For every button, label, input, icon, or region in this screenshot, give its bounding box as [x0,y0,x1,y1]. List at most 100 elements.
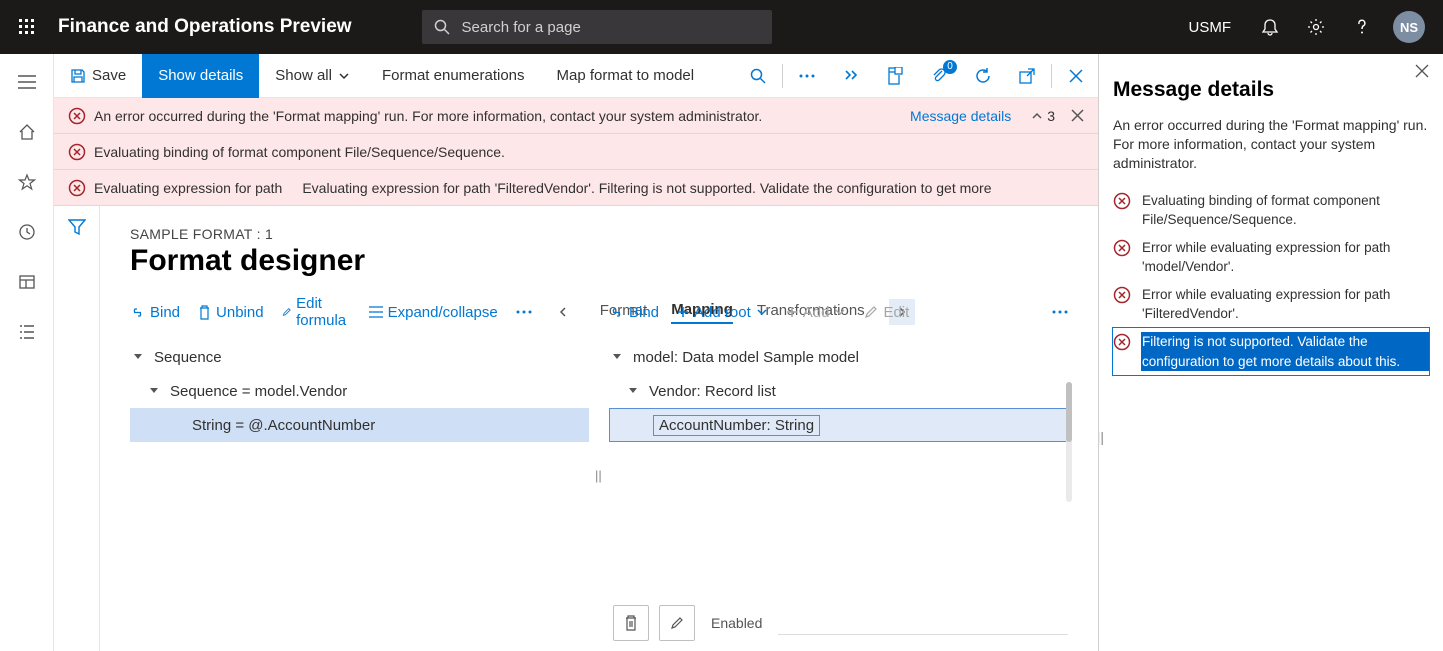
toolbar-page-icon[interactable] [873,54,917,98]
caret-down-icon[interactable] [150,388,164,394]
add-button: Add [786,304,847,321]
toolbar-popout-icon[interactable] [1005,54,1049,98]
toolbar-close-icon[interactable] [1054,54,1098,98]
error-close-icon[interactable] [1071,109,1084,122]
tab-prev-icon[interactable] [550,299,576,325]
caret-down-icon[interactable] [613,354,627,360]
panel-error-item[interactable]: Error while evaluating expression for pa… [1113,281,1429,328]
filter-column [54,206,100,651]
panel-error-item-selected[interactable]: Filtering is not supported. Validate the… [1113,328,1429,375]
format-enumerations-button[interactable]: Format enumerations [366,54,541,98]
toolbar-search-icon[interactable] [736,54,780,98]
chevron-down-icon [756,306,768,318]
panel-close-icon[interactable] [1415,64,1429,78]
caret-down-icon[interactable] [629,388,643,394]
toolbar-separator [1051,64,1052,88]
unbind-button[interactable]: Unbind [198,304,264,321]
left-nav [0,54,54,651]
help-button[interactable] [1339,0,1385,54]
tree-node-selected[interactable]: String = @.AccountNumber [130,408,589,442]
error-message: An error occurred during the 'Format map… [94,108,762,124]
nav-favorites-icon[interactable] [11,166,43,198]
user-avatar[interactable]: NS [1393,11,1425,43]
panel-description: An error occurred during the 'Format map… [1113,116,1429,173]
tree-node-focused[interactable]: AccountNumber: String [609,408,1068,442]
pane-overflow-icon[interactable] [516,310,532,314]
tree-node[interactable]: Vendor: Record list [609,374,1068,408]
edit-formula-button[interactable]: Edit formula [282,295,351,329]
page-toolbar: Save Show details Show all Format enumer… [54,54,1098,98]
nav-home-icon[interactable] [11,116,43,148]
nav-expand-icon[interactable] [11,66,43,98]
mapping-pane: || Bind Add root Add Edit model: Data mo… [609,294,1068,641]
map-format-to-model-button[interactable]: Map format to model [541,54,711,98]
filter-icon[interactable] [68,218,86,651]
save-label: Save [92,67,126,84]
link-icon [130,306,145,319]
panel-error-item[interactable]: Evaluating binding of format component F… [1113,187,1429,234]
delete-button[interactable] [613,605,649,641]
list-icon [369,306,383,318]
designer-content: || SAMPLE FORMAT : 1 Format designer Bin… [100,206,1098,651]
toolbar-separator [782,64,783,88]
breadcrumb: SAMPLE FORMAT : 1 [130,226,1068,242]
chevron-down-icon [338,70,350,82]
save-button[interactable]: Save [54,54,142,98]
app-launcher-icon[interactable] [10,19,44,35]
error-bar-2: Evaluating binding of format component F… [54,134,1098,170]
add-root-button[interactable]: Add root [677,304,768,321]
search-placeholder: Search for a page [462,19,581,36]
error-icon [1113,333,1131,351]
tree-node[interactable]: Sequence [130,340,589,374]
message-details-link[interactable]: Message details [910,108,1011,124]
trash-icon [198,305,211,320]
enabled-field[interactable] [778,611,1068,635]
toolbar-overflow-icon[interactable] [785,54,829,98]
error-icon [68,107,86,125]
chevron-down-icon [834,306,846,318]
toolbar-attach-icon[interactable]: 0 [917,54,961,98]
error-bar-1: An error occurred during the 'Format map… [54,98,1098,134]
nav-workspaces-icon[interactable] [11,266,43,298]
edit-icon [864,305,878,319]
nav-recent-icon[interactable] [11,216,43,248]
search-icon [434,19,450,35]
tree-node[interactable]: model: Data model Sample model [609,340,1068,374]
error-icon [1113,286,1131,304]
panel-error-item[interactable]: Error while evaluating expression for pa… [1113,234,1429,281]
pane-overflow-icon[interactable] [1052,310,1068,314]
splitter-handle-icon[interactable]: || [595,468,602,483]
attach-badge: 0 [943,60,957,74]
format-pane: Bind Unbind Edit formula Expand/collapse… [130,294,589,641]
error-icon [1113,192,1131,210]
edit-button: Edit [864,304,909,321]
notifications-button[interactable] [1247,0,1293,54]
error-count[interactable]: 3 [1031,108,1055,124]
toolbar-refresh-icon[interactable] [961,54,1005,98]
panel-title: Message details [1113,78,1429,102]
show-all-button[interactable]: Show all [259,54,366,98]
nav-modules-icon[interactable] [11,316,43,348]
error-bar-3: Evaluating expression for path Evaluatin… [54,170,1098,206]
topbar: Finance and Operations Preview Search fo… [0,0,1443,54]
plus-icon [786,306,798,318]
caret-down-icon[interactable] [134,354,148,360]
enabled-label: Enabled [711,615,762,631]
expand-collapse-button[interactable]: Expand/collapse [369,304,498,321]
bind-button[interactable]: Bind [609,304,659,321]
save-icon [70,68,86,84]
toolbar-options-icon[interactable] [829,54,873,98]
plus-icon [677,306,689,318]
company-picker[interactable]: USMF [1179,19,1242,36]
error-icon [68,179,86,197]
settings-button[interactable] [1293,0,1339,54]
show-details-button[interactable]: Show details [142,54,259,98]
page-title: Format designer [130,244,1068,278]
scrollbar[interactable] [1066,382,1072,502]
format-tree: Sequence Sequence = model.Vendor String … [130,340,589,442]
tree-node[interactable]: Sequence = model.Vendor [130,374,589,408]
edit-detail-button[interactable] [659,605,695,641]
error-message: Evaluating expression for path [94,180,282,196]
bind-button[interactable]: Bind [130,304,180,321]
search-box[interactable]: Search for a page [422,10,772,44]
